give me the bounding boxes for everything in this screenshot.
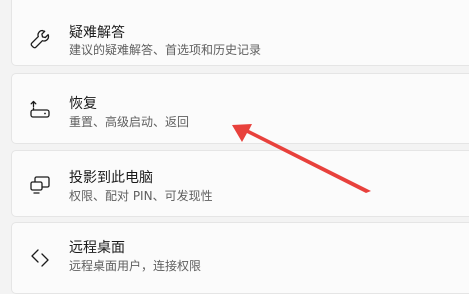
settings-item-description: 重置、高级启动、返回 — [69, 115, 190, 129]
settings-item-title: 疑难解答 — [69, 25, 125, 41]
settings-item-remote-desktop[interactable]: 远程桌面 远程桌面用户，连接权限 — [11, 222, 469, 294]
settings-item-title: 恢复 — [69, 96, 97, 112]
settings-item-project-to-pc[interactable]: 投影到此电脑 权限、配对 PIN、可发现性 — [11, 150, 469, 217]
recovery-icon — [28, 98, 52, 122]
settings-item-title: 远程桌面 — [69, 240, 125, 256]
settings-item-description: 建议的疑难解答、首选项和历史记录 — [69, 43, 262, 57]
settings-item-description: 远程桌面用户，连接权限 — [69, 259, 202, 273]
settings-item-title: 投影到此电脑 — [69, 170, 153, 186]
settings-item-description: 权限、配对 PIN、可发现性 — [69, 189, 213, 203]
project-to-pc-icon — [28, 173, 52, 197]
settings-item-troubleshoot[interactable]: 疑难解答 建议的疑难解答、首选项和历史记录 — [11, 0, 469, 66]
settings-item-recovery[interactable]: 恢复 重置、高级启动、返回 — [11, 73, 469, 144]
wrench-icon — [28, 27, 52, 51]
remote-desktop-icon — [28, 246, 52, 270]
